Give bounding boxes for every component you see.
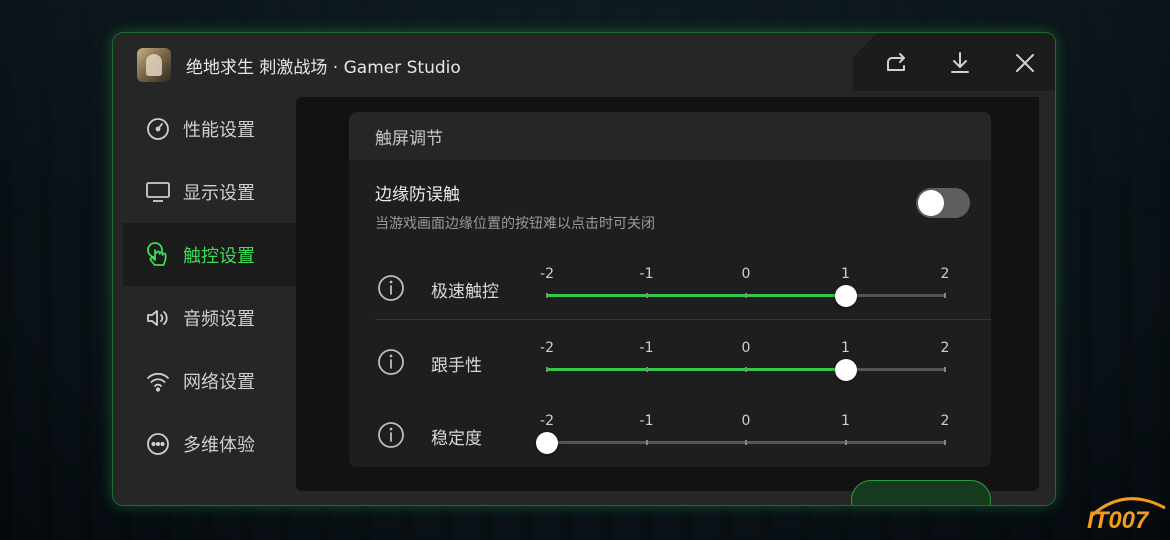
sidebar-item-display[interactable]: 显示设置: [123, 160, 296, 223]
sidebar-item-label: 显示设置: [183, 182, 255, 204]
speaker-icon: [145, 305, 171, 331]
slider-tick-mark: [546, 367, 548, 372]
slider-fill: [547, 294, 846, 297]
gauge-icon: [145, 116, 171, 142]
slider-tick-label: 2: [940, 266, 950, 282]
info-icon[interactable]: [377, 348, 405, 376]
slider-row: 跟手性 -2 -1 0 1 2: [349, 340, 991, 384]
download-button[interactable]: [940, 43, 980, 83]
edge-protection-title: 边缘防误触: [375, 185, 460, 205]
sidebar-item-audio[interactable]: 音频设置: [123, 286, 296, 349]
slider-tick-mark: [745, 440, 747, 445]
bottom-action-button[interactable]: [851, 480, 991, 505]
slider-thumb[interactable]: [834, 284, 857, 307]
slider-tick-labels: -2 -1 0 1 2: [540, 266, 949, 284]
slider-thumb[interactable]: [834, 358, 857, 381]
slider-tick-label: 2: [940, 413, 950, 429]
sidebar-item-network[interactable]: 网络设置: [123, 349, 296, 412]
sidebar-item-label: 触控设置: [183, 245, 255, 267]
slider-track[interactable]: [546, 284, 946, 307]
slider-tick-mark: [944, 367, 946, 372]
slider-label: 极速触控: [431, 282, 499, 302]
close-icon: [1016, 54, 1034, 72]
slider-tick-mark: [645, 440, 648, 445]
slider-tick-label: 0: [741, 266, 751, 282]
share-icon: [887, 53, 905, 71]
slider-thumb[interactable]: [536, 431, 558, 454]
slider-tick-label: -1: [639, 266, 654, 282]
slider-track[interactable]: [546, 358, 946, 381]
info-icon[interactable]: [377, 274, 405, 302]
slider-label: 跟手性: [431, 356, 482, 376]
app-title: 绝地求生 刺激战场 · Gamer Studio: [186, 58, 461, 78]
slider-label: 稳定度: [431, 429, 482, 449]
slider-tick-label: 2: [940, 340, 950, 356]
sidebar-item-label: 多维体验: [183, 434, 255, 456]
toggle-knob: [918, 190, 944, 216]
title-actions: [853, 33, 1055, 91]
slider-tick-mark: [944, 440, 946, 445]
edge-protection-row: 边缘防误触 当游戏画面边缘位置的按钮难以点击时可关闭: [375, 180, 970, 233]
sidebar-item-performance[interactable]: 性能设置: [123, 97, 296, 160]
title-bar: 绝地求生 刺激战场 · Gamer Studio: [113, 33, 1055, 97]
card-header: 触屏调节: [349, 112, 991, 160]
slider-tick-label: 1: [841, 413, 850, 429]
slider-tick-label: 1: [841, 340, 850, 356]
slider-row: 稳定度 -2 -1 0 1 2: [349, 413, 991, 457]
touch-adjust-card: 触屏调节 边缘防误触 当游戏画面边缘位置的按钮难以点击时可关闭 极速触控 -2 -1…: [349, 112, 991, 467]
settings-sidebar: 性能设置 显示设置 触控设置 音频设置 网络设置 多维体验: [123, 97, 296, 475]
more-dots-icon: [145, 431, 171, 457]
share-button[interactable]: [877, 43, 917, 83]
content-panel: 触屏调节 边缘防误触 当游戏画面边缘位置的按钮难以点击时可关闭 极速触控 -2 -1…: [296, 97, 1039, 491]
slider-tick-mark: [844, 440, 847, 445]
sidebar-item-label: 性能设置: [183, 119, 255, 141]
svg-text:IT007: IT007: [1087, 507, 1150, 532]
slider-tick-label: 0: [741, 340, 751, 356]
slider-tick-label: 1: [841, 266, 850, 282]
edge-protection-toggle[interactable]: [916, 188, 970, 218]
slider-tick-mark: [745, 367, 747, 372]
it007-watermark: IT007: [1085, 492, 1169, 534]
slider-tick-label: -2: [540, 266, 554, 282]
sidebar-item-touch[interactable]: 触控设置: [123, 223, 296, 286]
info-icon[interactable]: [377, 421, 405, 449]
slider-tick-label: -1: [639, 340, 654, 356]
monitor-icon: [145, 179, 171, 205]
slider-tick-label: -2: [540, 340, 554, 356]
close-button[interactable]: [1005, 43, 1045, 83]
slider-track[interactable]: [536, 431, 946, 454]
slider-tick-label: -2: [540, 413, 554, 429]
game-icon: [137, 48, 171, 82]
edge-protection-desc: 当游戏画面边缘位置的按钮难以点击时可关闭: [375, 216, 655, 232]
download-icon: [951, 52, 969, 73]
slider-tick-mark: [745, 293, 747, 298]
slider-tick-labels: -2 -1 0 1 2: [540, 340, 949, 358]
slider-row: 极速触控 -2 -1 0 1 2: [349, 266, 991, 310]
slider-tick-labels: -2 -1 0 1 2: [540, 413, 949, 431]
slider-tick-mark: [645, 367, 648, 372]
slider-fill: [547, 368, 846, 371]
slider-tick-label: 0: [741, 413, 751, 429]
sidebar-item-more[interactable]: 多维体验: [123, 412, 296, 475]
gamer-studio-window: 绝地求生 刺激战场 · Gamer Studio 性能设置 显示设置 触控设置 …: [113, 33, 1055, 505]
slider-tick-label: -1: [639, 413, 654, 429]
sidebar-item-label: 网络设置: [183, 371, 255, 393]
sidebar-item-label: 音频设置: [183, 308, 255, 330]
slider-tick-mark: [944, 293, 946, 298]
wifi-icon: [145, 368, 171, 394]
slider-tick-mark: [546, 293, 548, 298]
touch-hand-icon: [145, 241, 171, 268]
slider-tick-mark: [645, 293, 648, 298]
